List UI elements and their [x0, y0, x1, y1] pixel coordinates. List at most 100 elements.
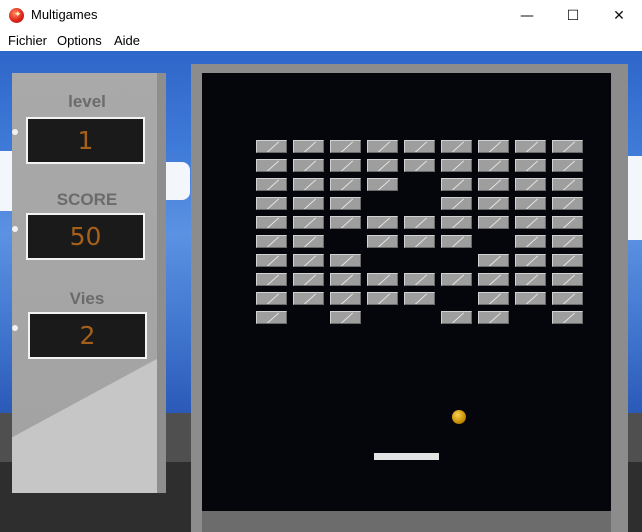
brick — [515, 292, 546, 305]
brick — [515, 197, 546, 210]
brick — [256, 140, 287, 153]
brick — [367, 292, 398, 305]
brick — [404, 235, 435, 248]
close-button[interactable]: ✕ — [596, 0, 642, 31]
brick — [441, 311, 472, 324]
brick — [478, 311, 509, 324]
brick — [515, 159, 546, 172]
brick — [441, 178, 472, 191]
brick — [441, 140, 472, 153]
level-label: level — [68, 92, 106, 111]
brick — [441, 273, 472, 286]
app-icon: ✦ — [9, 8, 24, 23]
panel-rivet — [12, 226, 18, 232]
menu-fichier[interactable]: Fichier — [8, 33, 47, 48]
panel-rivet — [12, 325, 18, 331]
score-display: 50 — [26, 213, 145, 260]
menu-bar: Fichier Options Aide — [0, 31, 642, 51]
brick — [256, 159, 287, 172]
brick — [330, 197, 361, 210]
brick — [367, 273, 398, 286]
brick — [330, 178, 361, 191]
maximize-button[interactable]: ☐ — [550, 0, 596, 31]
panel-rivet — [12, 129, 18, 135]
brick — [515, 140, 546, 153]
ball — [452, 410, 466, 424]
brick — [552, 178, 583, 191]
brick — [293, 159, 324, 172]
brick — [367, 140, 398, 153]
brick — [552, 197, 583, 210]
brick — [478, 254, 509, 267]
menu-options[interactable]: Options — [57, 33, 102, 48]
brick — [256, 273, 287, 286]
brick — [552, 273, 583, 286]
brick — [367, 235, 398, 248]
brick — [441, 197, 472, 210]
menu-aide[interactable]: Aide — [114, 33, 140, 48]
brick — [478, 159, 509, 172]
brick — [293, 140, 324, 153]
game-scene[interactable]: level 1 SCORE 50 Vies 2 — [0, 51, 642, 532]
minimize-button[interactable]: — — [504, 0, 550, 31]
brick — [330, 292, 361, 305]
brick — [478, 273, 509, 286]
brick — [256, 254, 287, 267]
brick — [552, 235, 583, 248]
brick — [441, 235, 472, 248]
brick — [293, 254, 324, 267]
brick — [478, 216, 509, 229]
brick — [330, 159, 361, 172]
brick — [293, 292, 324, 305]
brick — [330, 140, 361, 153]
brick — [478, 140, 509, 153]
brick — [515, 235, 546, 248]
brick — [515, 178, 546, 191]
brick — [256, 235, 287, 248]
title-bar: ✦ Multigames — ☐ ✕ — [0, 0, 642, 31]
background-cloud — [166, 162, 190, 200]
brick — [293, 216, 324, 229]
brick — [515, 216, 546, 229]
window-title: Multigames — [31, 7, 98, 22]
brick — [552, 311, 583, 324]
brick — [293, 178, 324, 191]
brick — [256, 216, 287, 229]
brick — [552, 140, 583, 153]
brick — [330, 216, 361, 229]
playfield-floor — [202, 511, 611, 532]
brick — [256, 292, 287, 305]
brick — [515, 254, 546, 267]
paddle[interactable] — [374, 453, 439, 460]
brick — [478, 178, 509, 191]
brick — [256, 178, 287, 191]
lives-display: 2 — [28, 312, 147, 359]
brick — [441, 216, 472, 229]
brick — [441, 159, 472, 172]
brick — [478, 197, 509, 210]
brick — [256, 311, 287, 324]
brick — [515, 273, 546, 286]
score-label: SCORE — [56, 190, 118, 209]
brick — [293, 273, 324, 286]
level-display: 1 — [26, 117, 145, 164]
brick — [552, 254, 583, 267]
brick — [552, 159, 583, 172]
panel-edge — [157, 73, 166, 493]
brick — [330, 254, 361, 267]
brick — [404, 292, 435, 305]
brick — [552, 292, 583, 305]
brick — [367, 159, 398, 172]
brick — [404, 273, 435, 286]
brick — [367, 178, 398, 191]
brick — [293, 235, 324, 248]
brick — [367, 216, 398, 229]
brick — [404, 159, 435, 172]
brick — [478, 292, 509, 305]
brick — [293, 197, 324, 210]
brick — [330, 273, 361, 286]
brick — [552, 216, 583, 229]
brick — [404, 140, 435, 153]
brick — [330, 311, 361, 324]
brick — [404, 216, 435, 229]
